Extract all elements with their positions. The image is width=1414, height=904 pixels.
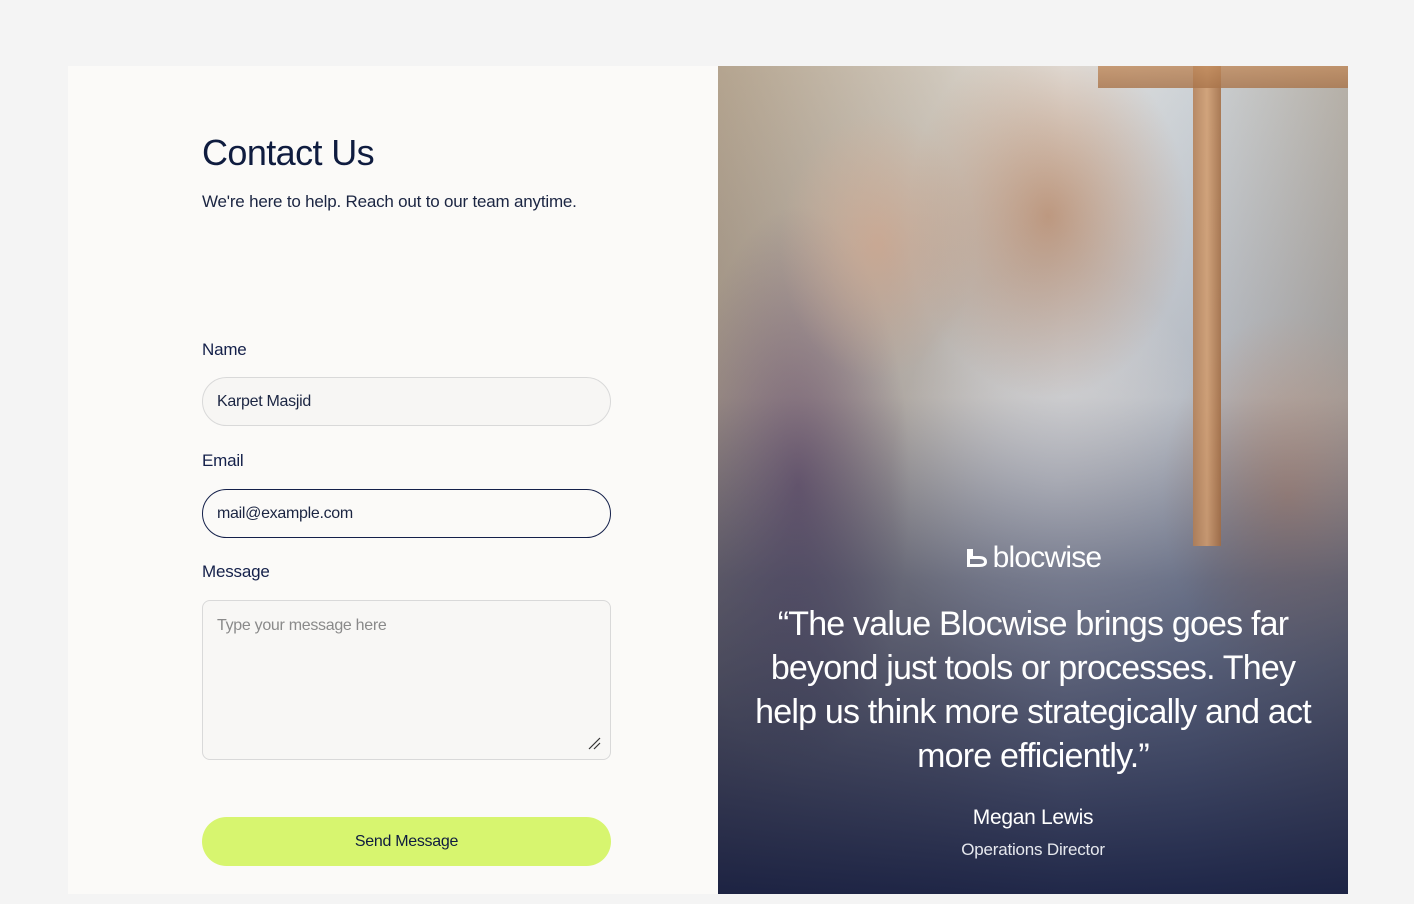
testimonial-panel: blocwise “The value Blocwise brings goes…	[718, 66, 1348, 894]
brand-name: blocwise	[992, 541, 1102, 574]
background-photo-beam	[1193, 66, 1221, 546]
message-textarea[interactable]: Type your message here	[202, 600, 611, 760]
resize-grip-icon[interactable]	[588, 737, 601, 750]
name-label: Name	[202, 340, 247, 359]
brand-logo: blocwise	[965, 540, 1102, 576]
send-message-button[interactable]: Send Message	[202, 817, 611, 866]
testimonial-quote: “The value Blocwise brings goes far beyo…	[755, 605, 1312, 775]
name-input[interactable]: Karpet Masjid	[202, 377, 611, 426]
contact-form: Contact Us We're here to help. Reach out…	[202, 132, 611, 866]
email-input[interactable]: mail@example.com	[202, 489, 611, 538]
email-input-value: mail@example.com	[217, 504, 353, 522]
page-subtitle: We're here to help. Reach out to our tea…	[202, 192, 577, 211]
testimonial-person: Megan Lewis	[972, 806, 1094, 829]
contact-form-panel: Contact Us We're here to help. Reach out…	[68, 66, 718, 894]
message-label: Message	[202, 562, 270, 581]
background-photo-beam-top	[1098, 66, 1348, 88]
page-title: Contact Us	[202, 132, 375, 173]
testimonial-role: Operations Director	[961, 840, 1105, 859]
blocwise-logo-icon	[966, 549, 987, 567]
message-placeholder: Type your message here	[217, 617, 387, 634]
email-label: Email	[202, 451, 244, 470]
name-input-value: Karpet Masjid	[217, 392, 311, 410]
contact-card: Contact Us We're here to help. Reach out…	[68, 66, 1348, 894]
testimonial-block: blocwise “The value Blocwise brings goes…	[718, 540, 1348, 860]
